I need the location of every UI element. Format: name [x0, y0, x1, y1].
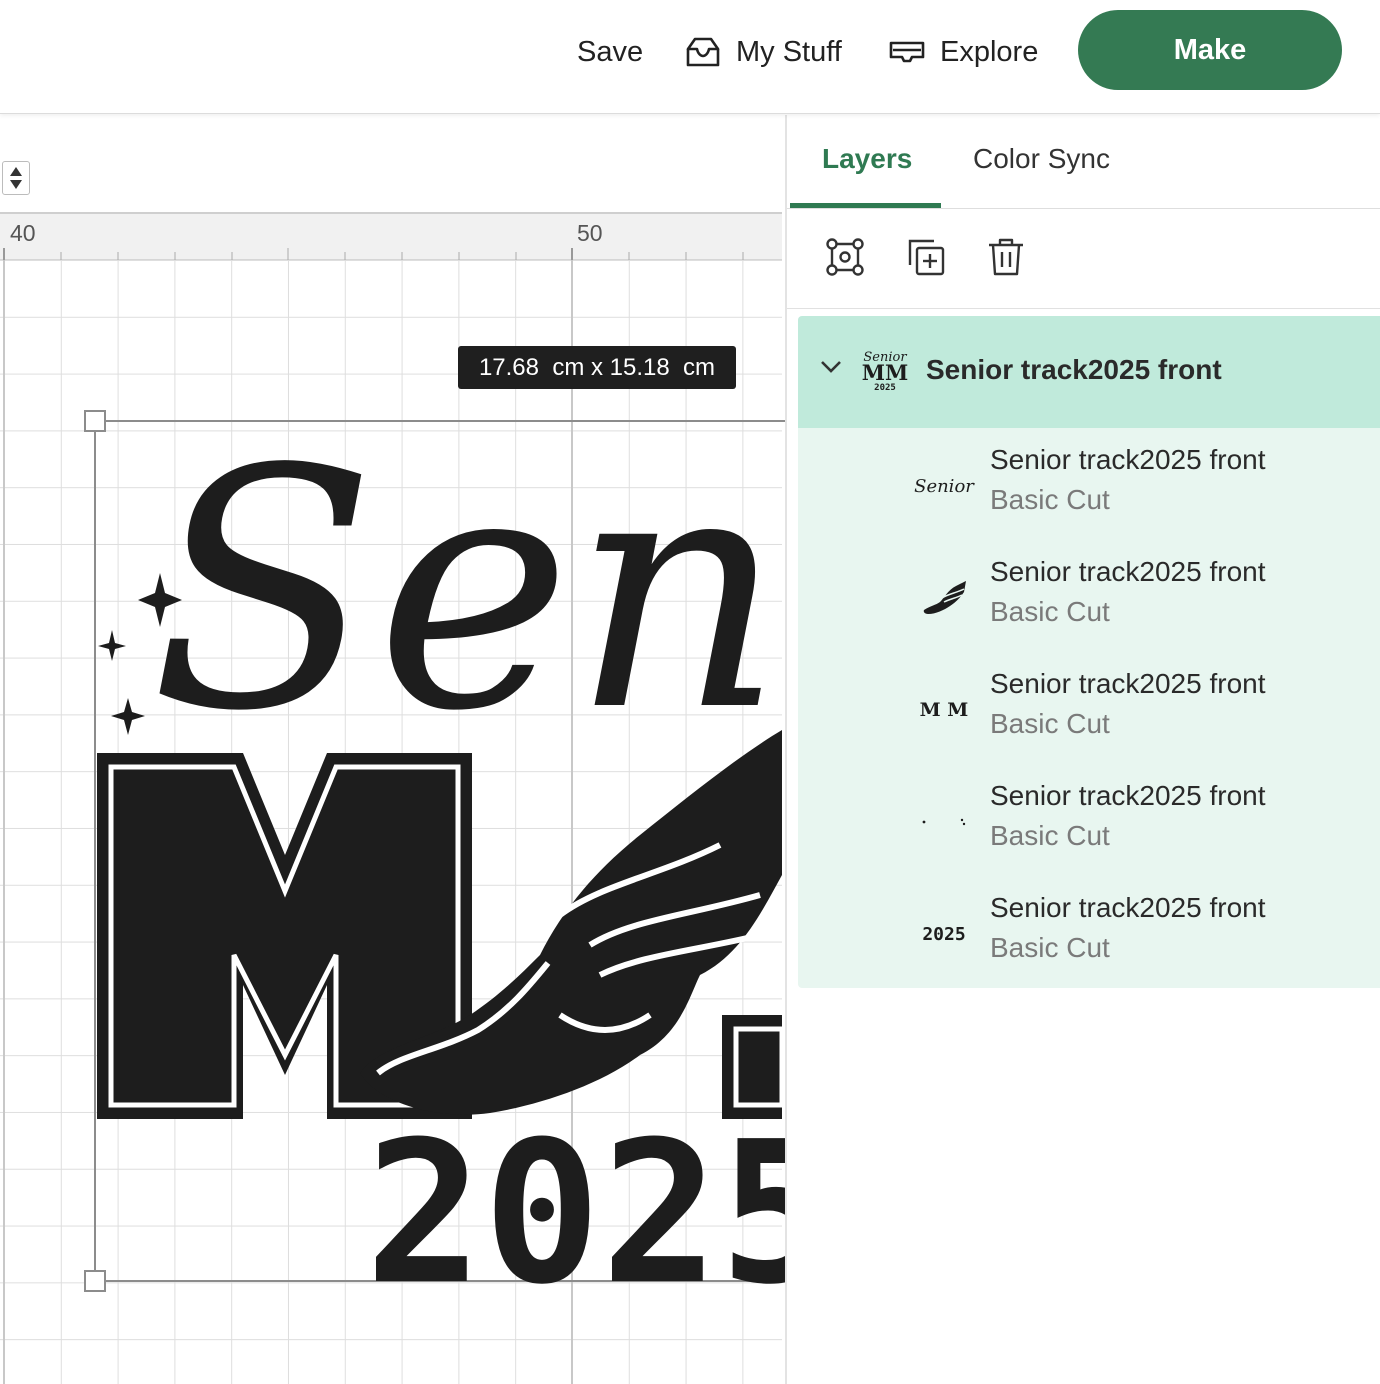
layer-title: Senior track2025 front [990, 444, 1266, 475]
my-stuff-button[interactable]: My Stuff [684, 30, 842, 74]
layer-title: Senior track2025 front [990, 780, 1266, 811]
duplicate-button[interactable] [904, 235, 948, 279]
resize-handle-top-left [84, 410, 106, 432]
explore-icon [889, 41, 925, 63]
selected-artwork[interactable]: Senio 2025 [0, 115, 786, 1384]
layer-item[interactable]: Senior Senior track2025 front Basic Cut [798, 428, 1380, 540]
layer-subtitle: Basic Cut [990, 596, 1110, 627]
year-2025-thumbnail: 2025 [922, 923, 966, 945]
delete-button[interactable] [984, 235, 1028, 279]
layer-group-row[interactable]: Senior MM 2025 Senior track2025 front [798, 316, 1380, 428]
layer-title: Senior track2025 front [990, 668, 1266, 699]
tab-color-sync[interactable]: Color Sync [973, 143, 1110, 175]
layer-subtitle: Basic Cut [990, 932, 1110, 963]
group-thumb-year: 2025 [874, 383, 896, 392]
make-label: Make [1173, 33, 1247, 66]
top-bar: Save My Stuff Explore Make [0, 0, 1380, 114]
sparkles-icon [922, 818, 966, 826]
layer-subtitle: Basic Cut [990, 708, 1110, 739]
senior-script-thumbnail: Senior [914, 475, 974, 497]
group-thumbnail: Senior MM 2025 [862, 350, 909, 392]
explore-button[interactable]: Explore [888, 30, 1038, 74]
resize-handle-bottom-left [84, 1270, 106, 1292]
layer-item[interactable]: 2025 Senior track2025 front Basic Cut [798, 876, 1380, 988]
ungroup-icon [826, 238, 864, 276]
layer-title: Senior track2025 front [990, 892, 1266, 923]
inbox-tray-icon [686, 37, 720, 67]
senior-script-text: Senio [150, 399, 786, 783]
tab-divider [787, 208, 1380, 209]
explore-label: Explore [940, 35, 1039, 68]
tab-layers[interactable]: Layers [822, 143, 912, 175]
layer-item[interactable]: Senior track2025 front Basic Cut [798, 540, 1380, 652]
layer-thumbnail [916, 794, 972, 850]
layer-item[interactable]: M M Senior track2025 front Basic Cut [798, 652, 1380, 764]
ungroup-button[interactable] [823, 235, 867, 279]
my-stuff-label: My Stuff [736, 35, 842, 68]
layers-panel: Layers Color Sync Senior MM 2025 Senior … [787, 115, 1380, 1384]
make-button[interactable]: Make [1078, 10, 1342, 90]
layer-thumbnail: 2025 [916, 906, 972, 962]
layer-thumbnail: Senior [914, 458, 974, 514]
layer-thumbnail: M M [916, 682, 972, 738]
chevron-down-icon[interactable] [820, 360, 842, 374]
toolbar-divider [787, 308, 1380, 309]
mm-letters-thumbnail: M M [919, 699, 969, 721]
group-title: Senior track2025 front [926, 354, 1222, 385]
layer-subtitle: Basic Cut [990, 484, 1110, 515]
design-canvas[interactable]: 40 50 Senio [0, 115, 786, 1384]
layer-list: Senior Senior track2025 front Basic Cut … [798, 428, 1380, 988]
layer-thumbnail [916, 570, 972, 626]
dimension-badge: 17.68 cm x 15.18 cm [458, 346, 736, 389]
year-2025-text: 2025 [365, 1100, 786, 1328]
trash-icon [989, 238, 1023, 276]
duplicate-icon [908, 239, 945, 276]
layer-subtitle: Basic Cut [990, 820, 1110, 851]
layer-item[interactable]: Senior track2025 front Basic Cut [798, 764, 1380, 876]
save-button[interactable]: Save [577, 30, 643, 74]
winged-foot-icon [923, 581, 966, 614]
save-label: Save [577, 35, 644, 68]
layer-title: Senior track2025 front [990, 556, 1266, 587]
group-thumb-letters: MM [862, 360, 909, 385]
